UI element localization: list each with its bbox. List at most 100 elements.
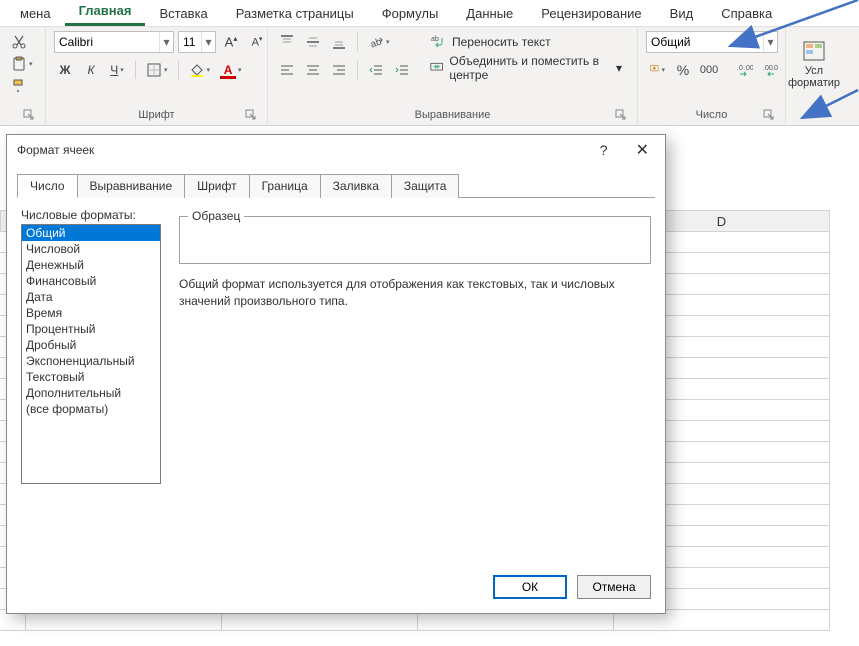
chevron-down-icon: ▾ (616, 61, 622, 75)
paste-button[interactable]: ▾ (8, 53, 36, 75)
ribbon-tabs: мена Главная Вставка Разметка страницы Ф… (0, 0, 859, 26)
merge-icon (430, 60, 443, 76)
bucket-icon (189, 62, 205, 78)
chevron-down-icon[interactable]: ▾ (159, 32, 173, 52)
wrap-text-button[interactable]: ab Переносить текст (423, 31, 629, 53)
indent-increase-icon (394, 62, 410, 78)
orientation-button[interactable]: ab▾ (365, 31, 393, 53)
dialog-tab-number[interactable]: Число (17, 174, 78, 198)
tab-home[interactable]: Главная (65, 0, 146, 26)
align-center-button[interactable] (302, 59, 324, 81)
chevron-down-icon[interactable]: ▾ (763, 32, 777, 52)
align-right-button[interactable] (328, 59, 350, 81)
align-bottom-button[interactable] (328, 31, 350, 53)
dialog-tab-alignment[interactable]: Выравнивание (77, 174, 186, 198)
borders-button[interactable]: ▾ (143, 59, 171, 81)
ok-button[interactable]: ОК (493, 575, 567, 599)
format-item-accounting[interactable]: Финансовый (22, 273, 160, 289)
cancel-button[interactable]: Отмена (577, 575, 651, 599)
font-name-combo[interactable]: ▾ (54, 31, 174, 53)
italic-button[interactable]: К (80, 59, 102, 81)
number-dialog-launcher[interactable] (763, 109, 775, 121)
indent-decrease-icon (368, 62, 384, 78)
comma-button[interactable]: 000 (698, 59, 720, 81)
format-item-currency[interactable]: Денежный (22, 257, 160, 273)
format-cells-dialog: Формат ячеек ? ✕ Число Выравнивание Шриф… (6, 134, 666, 614)
format-item-date[interactable]: Дата (22, 289, 160, 305)
number-format-input[interactable] (647, 35, 763, 49)
dialog-tab-fill[interactable]: Заливка (320, 174, 392, 198)
font-increase-icon: A▴ (225, 34, 238, 49)
format-item-fraction[interactable]: Дробный (22, 337, 160, 353)
format-description: Общий формат используется для отображени… (179, 276, 651, 310)
align-top-button[interactable] (276, 31, 298, 53)
increase-font-button[interactable]: A▴ (220, 31, 242, 53)
align-middle-icon (305, 34, 321, 50)
clipboard-dialog-launcher[interactable] (23, 109, 35, 121)
group-styles: Усл форматир (786, 27, 836, 125)
dialog-title: Формат ячеек (17, 143, 94, 157)
conditional-formatting-button[interactable]: Усл форматир (794, 31, 834, 97)
separator (357, 33, 358, 51)
alignment-dialog-launcher[interactable] (615, 109, 627, 121)
align-left-button[interactable] (276, 59, 298, 81)
borders-icon (146, 62, 162, 78)
align-left-icon (279, 62, 295, 78)
chevron-down-icon: ▾ (164, 66, 168, 74)
font-color-button[interactable]: A ▾ (217, 59, 245, 81)
conditional-formatting-icon (802, 39, 826, 63)
tab-review[interactable]: Рецензирование (527, 1, 655, 26)
chevron-down-icon: ▾ (238, 66, 242, 74)
font-name-input[interactable] (55, 35, 159, 49)
merge-center-button[interactable]: Объединить и поместить в центре ▾ (423, 57, 629, 79)
decrease-indent-button[interactable] (365, 59, 387, 81)
format-item-scientific[interactable]: Экспоненциальный (22, 353, 160, 369)
format-list[interactable]: Общий Числовой Денежный Финансовый Дата … (21, 224, 161, 484)
tab-pagelayout[interactable]: Разметка страницы (222, 1, 368, 26)
chevron-down-icon: ▾ (120, 66, 124, 74)
align-bottom-icon (331, 34, 347, 50)
format-item-special[interactable]: Дополнительный (22, 385, 160, 401)
dialog-tab-font[interactable]: Шрифт (184, 174, 249, 198)
font-decrease-icon: A▾ (252, 35, 263, 49)
bold-button[interactable]: Ж (54, 59, 76, 81)
tab-view[interactable]: Вид (656, 1, 708, 26)
tab-help[interactable]: Справка (707, 1, 786, 26)
italic-icon: К (87, 63, 94, 77)
format-item-custom[interactable]: (все форматы) (22, 401, 160, 417)
font-dialog-launcher[interactable] (245, 109, 257, 121)
font-size-combo[interactable]: ▾ (178, 31, 216, 53)
chevron-down-icon: ▾ (661, 66, 665, 74)
format-painter-button[interactable] (8, 75, 30, 97)
fill-color-button[interactable]: ▾ (186, 59, 214, 81)
format-item-percentage[interactable]: Процентный (22, 321, 160, 337)
tab-insert[interactable]: Вставка (145, 1, 221, 26)
increase-indent-button[interactable] (391, 59, 413, 81)
format-item-time[interactable]: Время (22, 305, 160, 321)
cut-button[interactable] (8, 31, 30, 53)
increase-decimal-button[interactable]: .0.00 (734, 59, 756, 81)
svg-text:.0: .0 (737, 65, 743, 72)
dialog-tab-protection[interactable]: Защита (391, 174, 460, 198)
format-item-number[interactable]: Числовой (22, 241, 160, 257)
svg-text:ab: ab (431, 36, 439, 43)
bold-icon: Ж (60, 63, 71, 77)
chevron-down-icon[interactable]: ▾ (201, 32, 215, 52)
tab-data[interactable]: Данные (452, 1, 527, 26)
tab-partial[interactable]: мена (6, 1, 65, 26)
tab-formulas[interactable]: Формулы (368, 1, 453, 26)
format-item-general[interactable]: Общий (22, 225, 160, 241)
decrease-font-button[interactable]: A▾ (246, 31, 268, 53)
underline-button[interactable]: Ч▾ (106, 59, 128, 81)
format-item-text[interactable]: Текстовый (22, 369, 160, 385)
align-middle-button[interactable] (302, 31, 324, 53)
font-size-input[interactable] (179, 35, 201, 49)
group-label-font: Шрифт (54, 107, 259, 125)
decrease-decimal-button[interactable]: .00.0 (760, 59, 782, 81)
number-format-combo[interactable]: ▾ (646, 31, 778, 53)
percent-button[interactable]: % (672, 59, 694, 81)
dialog-tab-border[interactable]: Граница (249, 174, 321, 198)
dialog-close-button[interactable]: ✕ (628, 136, 657, 164)
currency-button[interactable]: ▾ (646, 59, 668, 81)
dialog-help-button[interactable]: ? (592, 138, 616, 162)
